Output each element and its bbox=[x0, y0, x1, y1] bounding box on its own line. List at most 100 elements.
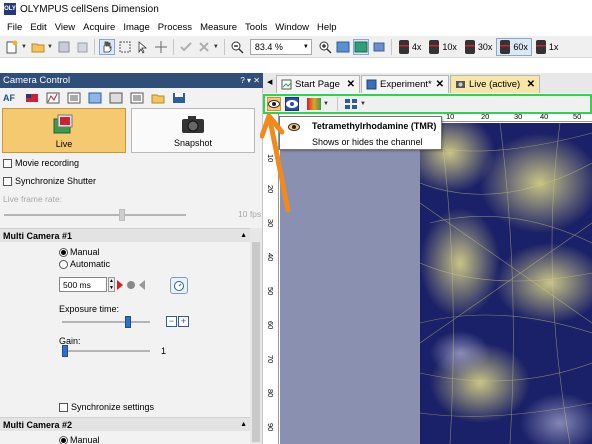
objective-label: 4x bbox=[411, 41, 422, 52]
refresh-exposure-button[interactable] bbox=[170, 277, 188, 294]
objective-30x-button[interactable]: 30x bbox=[461, 38, 497, 56]
tab-start-page[interactable]: Start Page ✕ bbox=[276, 75, 360, 93]
live-camera-icon bbox=[53, 114, 73, 133]
hand-tool-icon[interactable] bbox=[98, 38, 115, 55]
checkmark-icon[interactable] bbox=[178, 39, 194, 55]
snapshot-button[interactable]: Snapshot bbox=[131, 108, 255, 153]
ruler-tick-label: 50 bbox=[266, 287, 275, 296]
close-icon[interactable]: ✕ bbox=[436, 79, 444, 90]
camera-settings-icon[interactable] bbox=[88, 92, 102, 104]
menu-file[interactable]: File bbox=[3, 22, 26, 33]
chevron-down-icon[interactable]: ▼ bbox=[360, 101, 366, 107]
microscopy-image[interactable] bbox=[420, 123, 592, 444]
menu-image[interactable]: Image bbox=[119, 22, 153, 33]
chevron-down-icon[interactable]: ▼ bbox=[47, 44, 53, 50]
fit-width-icon[interactable] bbox=[371, 39, 387, 55]
save-icon[interactable] bbox=[56, 39, 72, 55]
collapse-icon[interactable]: ▲ bbox=[240, 421, 247, 428]
manual-radio[interactable]: Manual bbox=[59, 247, 100, 257]
flag-icon[interactable] bbox=[25, 92, 39, 104]
gain-slider-thumb[interactable] bbox=[62, 345, 68, 357]
toolbar-divider bbox=[390, 38, 392, 55]
max-projection-icon[interactable] bbox=[109, 92, 123, 104]
tab-scroll-left-icon[interactable]: ◀ bbox=[267, 78, 272, 86]
window-title: OLYMPUS cellSens Dimension bbox=[20, 3, 159, 15]
movie-recording-checkbox[interactable]: Movie recording bbox=[3, 158, 79, 168]
menu-measure[interactable]: Measure bbox=[196, 22, 241, 33]
save-icon[interactable] bbox=[172, 92, 186, 104]
menu-view[interactable]: View bbox=[51, 22, 79, 33]
menu-help[interactable]: Help bbox=[313, 22, 341, 33]
eye-icon bbox=[286, 100, 298, 108]
chevron-down-icon[interactable]: ▼ bbox=[323, 101, 329, 107]
synchronize-settings-checkbox[interactable]: Synchronize settings bbox=[59, 402, 154, 412]
histogram-icon[interactable] bbox=[46, 92, 60, 104]
frame-rate-slider-thumb bbox=[119, 209, 125, 221]
exposure-slider-thumb[interactable] bbox=[125, 316, 131, 328]
scrollbar-thumb[interactable] bbox=[252, 242, 260, 442]
chevron-down-icon[interactable]: ▼ bbox=[21, 44, 27, 50]
close-icon[interactable]: ✕ bbox=[347, 79, 355, 90]
open-folder-icon[interactable] bbox=[30, 39, 46, 55]
checkbox[interactable] bbox=[3, 176, 12, 186]
ruler-tick-label: 70 bbox=[266, 355, 275, 364]
tab-experiment[interactable]: Experiment* ✕ bbox=[361, 75, 449, 93]
pointer-icon[interactable] bbox=[135, 39, 151, 55]
fit-to-window-icon[interactable] bbox=[335, 39, 351, 55]
menu-acquire[interactable]: Acquire bbox=[79, 22, 119, 33]
channel-visibility-button[interactable] bbox=[267, 97, 281, 111]
objective-60x-button[interactable]: 60x bbox=[496, 37, 532, 56]
exposure-auto-icon[interactable] bbox=[117, 280, 149, 290]
menu-process[interactable]: Process bbox=[154, 22, 196, 33]
white-balance-icon[interactable] bbox=[67, 92, 81, 104]
zoom-out-icon[interactable] bbox=[229, 39, 245, 55]
menu-tools[interactable]: Tools bbox=[241, 22, 271, 33]
close-icon[interactable]: ✕ bbox=[527, 79, 535, 90]
exposure-spinner[interactable]: ▲ ▼ bbox=[108, 277, 115, 292]
eye-icon bbox=[268, 100, 280, 108]
new-document-icon[interactable] bbox=[4, 39, 20, 55]
chevron-down-icon[interactable]: ▼ bbox=[213, 44, 219, 50]
panel-header-controls[interactable]: ? ▾ ✕ bbox=[240, 76, 260, 85]
multi-camera-1-header[interactable]: Multi Camera #1 ▲ bbox=[0, 228, 250, 242]
checkbox[interactable] bbox=[3, 158, 12, 168]
save-all-icon[interactable] bbox=[74, 39, 90, 55]
image-properties-icon[interactable] bbox=[130, 92, 144, 104]
zoom-100-icon[interactable] bbox=[352, 38, 369, 55]
lut-icon[interactable] bbox=[307, 98, 321, 110]
objective-label: 1x bbox=[548, 41, 559, 52]
select-rect-icon[interactable] bbox=[117, 39, 133, 55]
open-folder-icon[interactable] bbox=[151, 92, 165, 104]
radio-button[interactable] bbox=[59, 259, 68, 269]
autofocus-button[interactable]: AF bbox=[3, 93, 15, 103]
checkbox[interactable] bbox=[59, 402, 68, 412]
exposure-input[interactable]: 500 ms bbox=[59, 277, 107, 292]
start-page-icon bbox=[281, 79, 292, 90]
objective-1x-button[interactable]: 1x bbox=[532, 38, 563, 56]
grid-layout-icon[interactable] bbox=[344, 98, 358, 110]
zoom-in-icon[interactable] bbox=[317, 39, 333, 55]
minus-button[interactable]: − bbox=[166, 316, 177, 327]
multi-camera-2-header[interactable]: Multi Camera #2 ▲ bbox=[0, 417, 250, 431]
radio-button[interactable] bbox=[59, 435, 68, 444]
panel-scrollbar[interactable] bbox=[250, 228, 262, 444]
cancel-icon[interactable] bbox=[196, 39, 212, 55]
menu-edit[interactable]: Edit bbox=[26, 22, 50, 33]
channel-toggle-button[interactable] bbox=[285, 97, 299, 111]
collapse-icon[interactable]: ▲ bbox=[240, 232, 247, 239]
olympus-logo-icon: OLY bbox=[4, 3, 16, 15]
zoom-select[interactable]: 83.4 % ▼ bbox=[249, 38, 312, 55]
radio-button[interactable] bbox=[59, 247, 68, 257]
objective-10x-button[interactable]: 10x bbox=[425, 38, 461, 56]
tab-live[interactable]: Live (active) ✕ bbox=[450, 75, 540, 93]
chevron-down-icon[interactable]: ▼ bbox=[303, 44, 309, 50]
synchronize-shutter-checkbox[interactable]: Synchronize Shutter bbox=[3, 176, 96, 186]
live-button[interactable]: Live bbox=[2, 108, 126, 153]
plus-button[interactable]: + bbox=[178, 316, 189, 327]
crosshair-select-icon[interactable] bbox=[153, 39, 169, 55]
menu-window[interactable]: Window bbox=[271, 22, 313, 33]
objective-4x-button[interactable]: 4x bbox=[395, 38, 426, 56]
document-tabs: ◀ Start Page ✕ Experiment* ✕ Live (activ… bbox=[263, 73, 592, 93]
manual-radio-2[interactable]: Manual bbox=[59, 435, 100, 444]
automatic-radio[interactable]: Automatic bbox=[59, 259, 110, 269]
